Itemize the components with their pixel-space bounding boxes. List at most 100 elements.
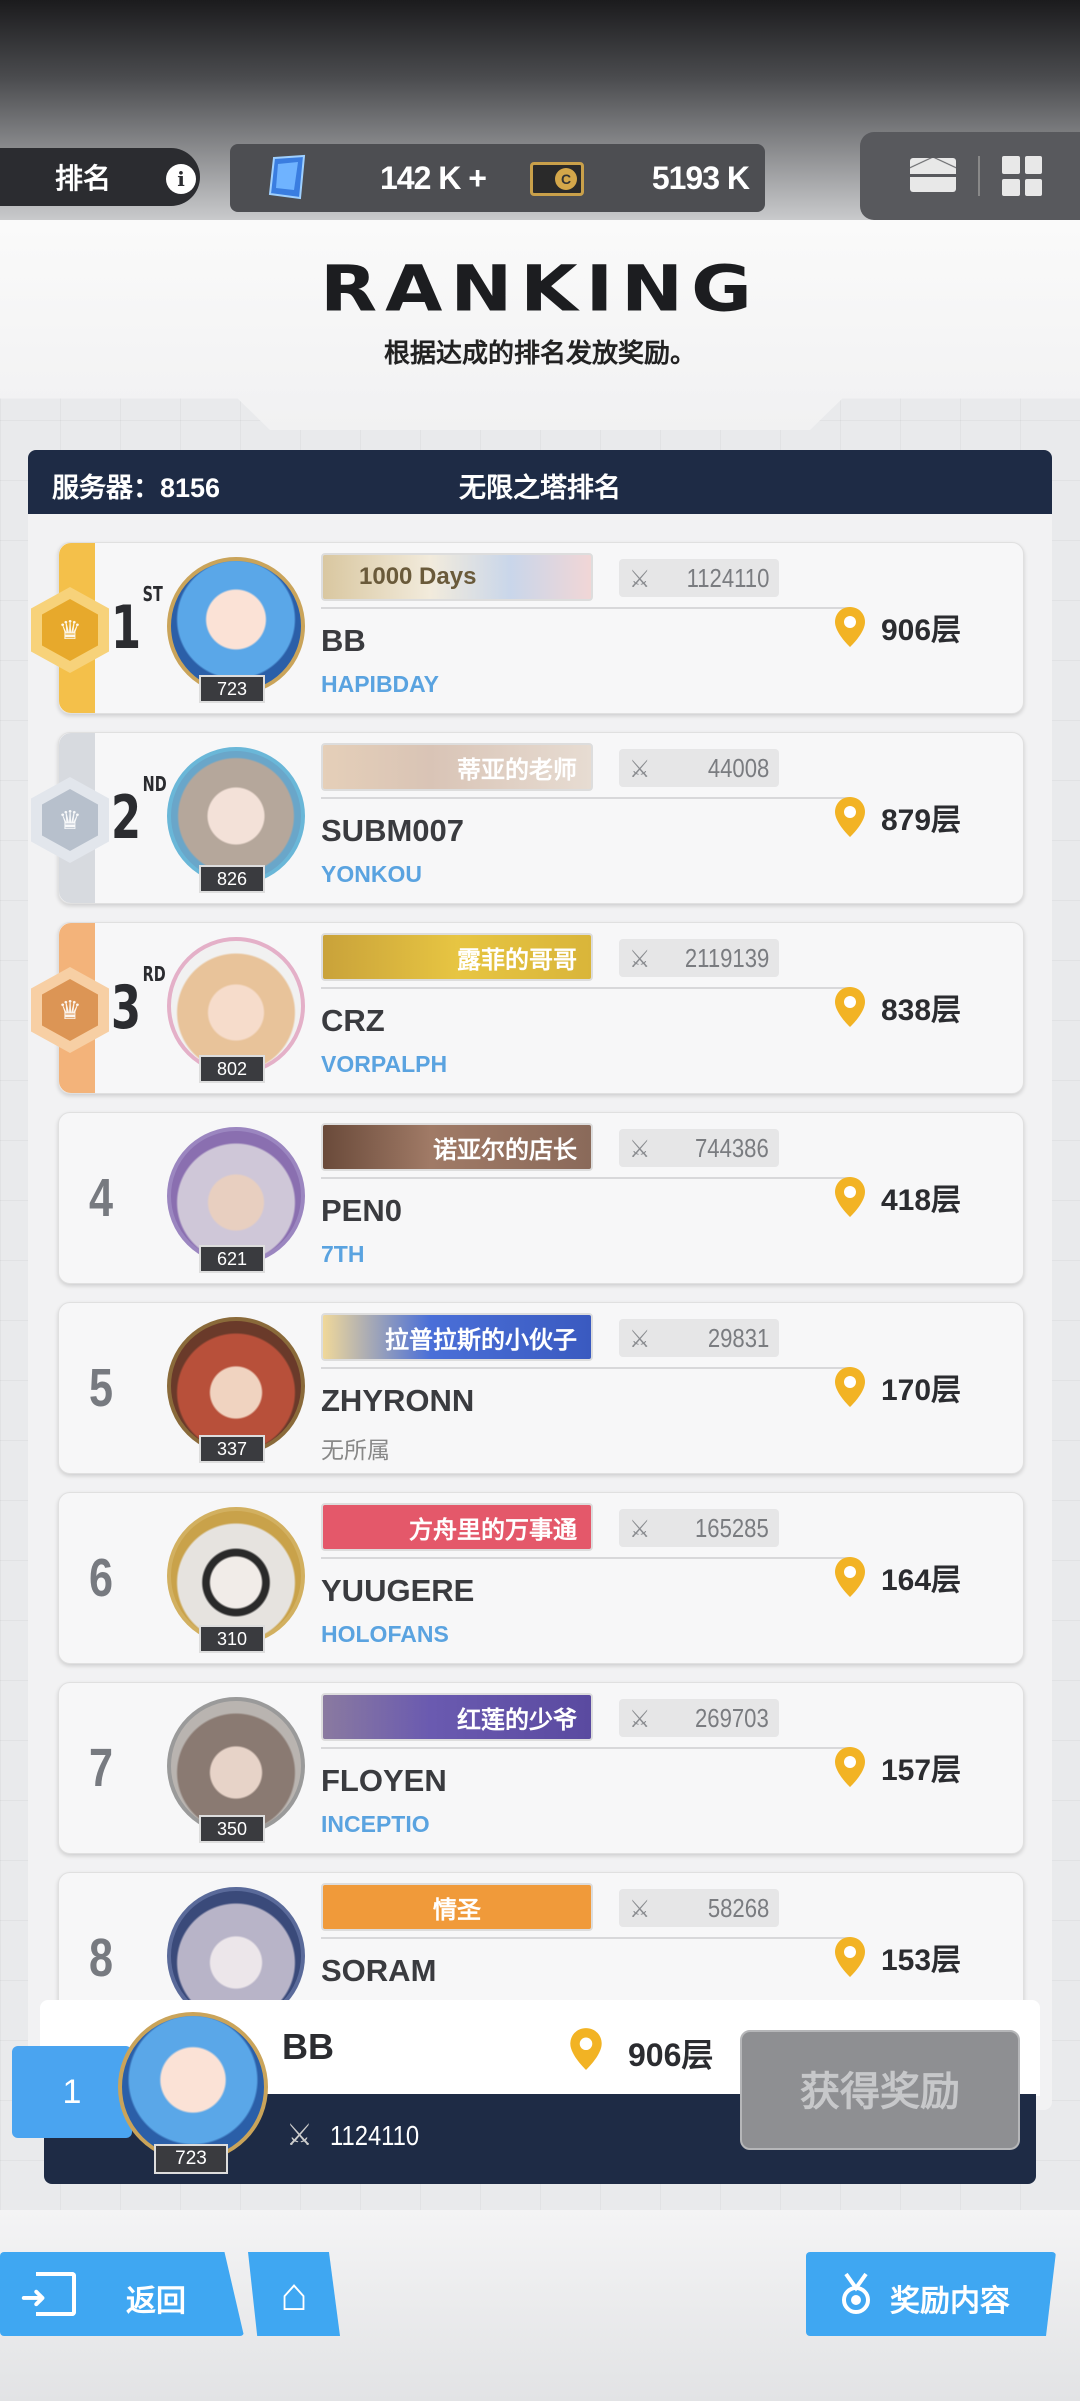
guild-name: 无所属 [321,1437,390,1463]
rank-number: 3RD [111,962,166,1043]
title-badge: 红莲的少爷 [321,1693,593,1741]
title-badge: 情圣 [321,1883,593,1931]
location-pin-icon [835,987,865,1027]
menu-grid-icon[interactable] [1002,156,1042,196]
combat-power: ⚔ 2119139 [619,939,779,977]
divider [321,1747,851,1749]
guild-name: HAPIBDAY [321,671,440,697]
home-icon: ⌂ [280,2268,308,2320]
guild-name: 7TH [321,1241,365,1267]
back-button-label: 返回 [126,2285,186,2318]
ranking-row-5[interactable]: 5 337 拉普拉斯的小伙子 ⚔ 29831 ZHYRONN 无所属 170层 [58,1302,1024,1474]
floor-count: 418层 [881,1184,962,1217]
crossed-swords-icon: ⚔ [629,946,651,973]
player-name: FLOYEN [321,1763,447,1798]
avatar-level: 337 [199,1435,265,1463]
guild-name: YONKOU [321,861,422,887]
page-subtitle: 根据达成的排名发放奖励。 [383,338,696,368]
player-name: SORAM [321,1953,437,1988]
combat-power: ⚔ 744386 [619,1129,779,1167]
floor-count: 157层 [881,1754,962,1787]
claim-reward-button[interactable]: 获得奖励 [740,2030,1020,2150]
location-pin-icon [835,1557,865,1597]
my-combat-power: 1124110 [330,2120,420,2151]
floor-count: 879层 [881,804,962,837]
home-button[interactable]: ⌂ [248,2252,340,2336]
floor-count: 164层 [881,1564,962,1597]
ranking-row-7[interactable]: 7 350 红莲的少爷 ⚔ 269703 FLOYEN INCEPTIO 157层 [58,1682,1024,1854]
crossed-swords-icon: ⚔ [286,2119,313,2152]
player-name: BB [321,623,366,658]
ranking-row-1[interactable]: ♛ 1ST 723 1000 Days ⚔ 1124110 BB HAPIBDAY… [31,542,1024,714]
rank-number: 4 [89,1168,114,1228]
ranking-list-title: 无限之塔排名 [459,473,621,503]
divider [321,1177,851,1179]
combat-power: ⚔ 165285 [619,1509,779,1547]
combat-power: ⚔ 29831 [619,1319,779,1357]
avatar-level: 621 [199,1245,265,1273]
back-button[interactable]: ➜ 返回 [0,2252,244,2336]
crossed-swords-icon: ⚔ [629,756,651,783]
divider [978,156,980,196]
floor-count: 170层 [881,1374,962,1407]
ranking-row-2[interactable]: ♛ 2ND 826 蒂亚的老师 ⚔ 44008 SUBM007 YONKOU 87… [31,732,1024,904]
top-right-menu [860,132,1080,220]
medal-icon [842,2272,870,2314]
title-badge: 诺亚尔的店长 [321,1123,593,1171]
avatar-level: 826 [199,865,265,893]
location-pin-icon [570,2028,602,2070]
avatar-level: 802 [199,1055,265,1083]
floor-count: 153层 [881,1944,962,1977]
divider [321,607,851,609]
combat-power: ⚔ 269703 [619,1699,779,1737]
rank-number: 2ND [111,772,167,853]
ranking-list-header: 服务器：8156 无限之塔排名 [28,450,1052,514]
crossed-swords-icon: ⚔ [629,1516,651,1543]
player-name: CRZ [321,1003,385,1038]
my-floor-count: 906层 [628,2037,714,2073]
player-name: PEN0 [321,1193,402,1228]
combat-power: ⚔ 44008 [619,749,779,787]
crossed-swords-icon: ⚔ [629,1136,651,1163]
ranking-row-3[interactable]: ♛ 3RD 802 露菲的哥哥 ⚔ 2119139 CRZ VORPALPH 83… [31,922,1024,1094]
rank-number: 1ST [111,582,163,663]
rank-tab-label: 排名 [55,163,112,194]
divider [321,797,851,799]
page-title: RANKING [320,252,760,326]
player-name: YUUGERE [321,1573,475,1608]
gem-icon [268,154,306,200]
ranking-row-8[interactable]: 8 情圣 ⚔ 58268 SORAM 153层 [58,1872,1024,2004]
avatar[interactable] [167,1887,305,2003]
info-icon[interactable]: i [166,164,196,194]
divider [321,1367,851,1369]
title-badge: 拉普拉斯的小伙子 [321,1313,593,1361]
crossed-swords-icon: ⚔ [629,566,651,593]
floor-count: 838层 [881,994,962,1027]
my-player-name: BB [282,2026,334,2067]
rank-number: 8 [89,1928,114,1988]
location-pin-icon [835,1747,865,1787]
location-pin-icon [835,797,865,837]
avatar-level: 350 [199,1815,265,1843]
reward-details-button[interactable]: 奖励内容 [806,2252,1056,2336]
player-name: ZHYRONN [321,1383,475,1418]
rank-number: 6 [89,1548,114,1608]
divider [321,987,851,989]
my-avatar[interactable] [118,2012,268,2162]
combat-power: ⚔ 58268 [619,1889,779,1927]
ranking-row-4[interactable]: 4 621 诺亚尔的店长 ⚔ 744386 PEN0 7TH 418层 [58,1112,1024,1284]
guild-name: VORPALPH [321,1051,448,1077]
mail-icon[interactable] [910,158,956,192]
ranking-row-6[interactable]: 6 310 方舟里的万事通 ⚔ 165285 YUUGERE HOLOFANS 1… [58,1492,1024,1664]
combat-power: ⚔ 1124110 [619,559,779,597]
back-arrow-icon: ➜ [20,2279,47,2315]
gem-count: 142 K + [380,160,487,196]
reward-details-label: 奖励内容 [890,2285,1010,2318]
my-avatar-level: 723 [154,2144,228,2174]
location-pin-icon [835,1367,865,1407]
title-badge: 露菲的哥哥 [321,933,593,981]
title-badge: 方舟里的万事通 [321,1503,593,1551]
location-pin-icon [835,1177,865,1217]
divider [321,1937,851,1939]
crossed-swords-icon: ⚔ [629,1326,651,1353]
